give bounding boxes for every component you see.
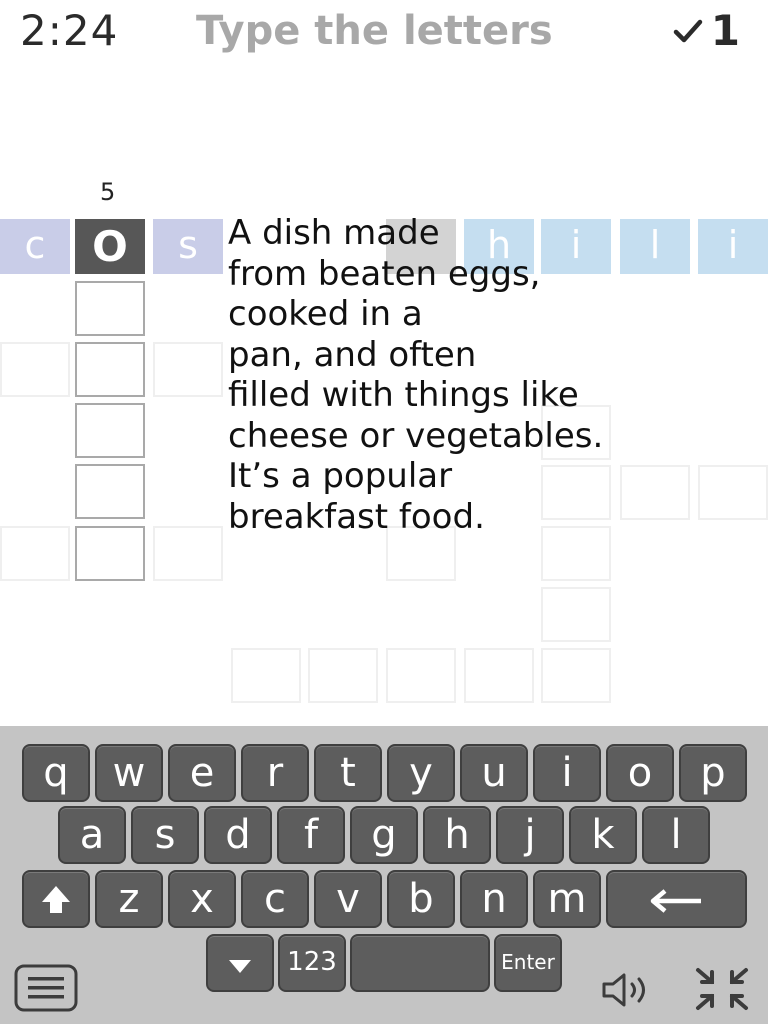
- hide-keyboard-icon: [229, 960, 251, 973]
- key-s[interactable]: s: [131, 806, 199, 864]
- key-i[interactable]: i: [533, 744, 601, 802]
- key-r[interactable]: r: [241, 744, 309, 802]
- grid-cell-empty[interactable]: [75, 403, 145, 458]
- key-b[interactable]: b: [387, 870, 455, 928]
- header-bar: 2:24 Type the letters 1: [0, 0, 768, 70]
- grid-cell[interactable]: [153, 526, 223, 581]
- backspace-icon: [650, 889, 701, 913]
- speaker-icon: [602, 973, 645, 1007]
- grid-cell[interactable]: [231, 648, 301, 703]
- grid-cell-empty[interactable]: [75, 464, 145, 519]
- grid-cell[interactable]: [386, 648, 456, 703]
- menu-button[interactable]: [14, 964, 78, 1016]
- key-w[interactable]: w: [95, 744, 163, 802]
- key-y[interactable]: y: [387, 744, 455, 802]
- grid-cell-empty[interactable]: [75, 526, 145, 581]
- grid-cell[interactable]: [541, 648, 611, 703]
- key-q[interactable]: q: [22, 744, 90, 802]
- key-f[interactable]: f: [277, 806, 345, 864]
- grid-cell[interactable]: [464, 648, 534, 703]
- grid-cell-filled[interactable]: s: [153, 219, 223, 274]
- key-g[interactable]: g: [350, 806, 418, 864]
- score-counter: 1: [673, 6, 740, 55]
- menu-icon: [14, 964, 78, 1012]
- key-m[interactable]: m: [533, 870, 601, 928]
- key-n[interactable]: n: [460, 870, 528, 928]
- collapse-button[interactable]: [692, 964, 752, 1018]
- key-p[interactable]: p: [679, 744, 747, 802]
- key-v[interactable]: v: [314, 870, 382, 928]
- key-j[interactable]: j: [496, 806, 564, 864]
- key-x[interactable]: x: [168, 870, 236, 928]
- hide-keyboard-key[interactable]: [206, 934, 274, 992]
- key-k[interactable]: k: [569, 806, 637, 864]
- grid-cell[interactable]: [308, 648, 378, 703]
- grid-cell-filled[interactable]: c: [0, 219, 70, 274]
- grid-cell[interactable]: [0, 342, 70, 397]
- collapse-icon: [696, 968, 748, 1010]
- check-icon: [673, 19, 703, 42]
- grid-cell[interactable]: [153, 342, 223, 397]
- grid-cell-empty[interactable]: [75, 281, 145, 336]
- grid-cell[interactable]: [541, 587, 611, 642]
- shift-icon: [42, 886, 70, 913]
- key-e[interactable]: e: [168, 744, 236, 802]
- clue-number: 5: [100, 178, 116, 206]
- enter-key[interactable]: Enter: [494, 934, 562, 992]
- key-t[interactable]: t: [314, 744, 382, 802]
- clue-text: A dish made from beaten eggs, cooked in …: [228, 213, 604, 537]
- key-z[interactable]: z: [95, 870, 163, 928]
- on-screen-keyboard: q w e r t y u i o p a s d f g h j k l z …: [0, 726, 768, 1024]
- key-o[interactable]: o: [606, 744, 674, 802]
- sound-button[interactable]: [600, 970, 660, 1014]
- shift-key[interactable]: [22, 870, 90, 928]
- grid-cell-empty[interactable]: [75, 342, 145, 397]
- numbers-key[interactable]: 123: [278, 934, 346, 992]
- key-a[interactable]: a: [58, 806, 126, 864]
- score-value: 1: [710, 6, 740, 55]
- key-c[interactable]: c: [241, 870, 309, 928]
- space-key[interactable]: [350, 934, 490, 992]
- grid-cell[interactable]: [0, 526, 70, 581]
- timer: 2:24: [20, 6, 119, 55]
- backspace-key[interactable]: [606, 870, 747, 928]
- key-d[interactable]: d: [204, 806, 272, 864]
- key-h[interactable]: h: [423, 806, 491, 864]
- grid-cell-active[interactable]: O: [75, 219, 145, 274]
- page-title: Type the letters: [196, 8, 553, 54]
- key-l[interactable]: l: [642, 806, 710, 864]
- key-u[interactable]: u: [460, 744, 528, 802]
